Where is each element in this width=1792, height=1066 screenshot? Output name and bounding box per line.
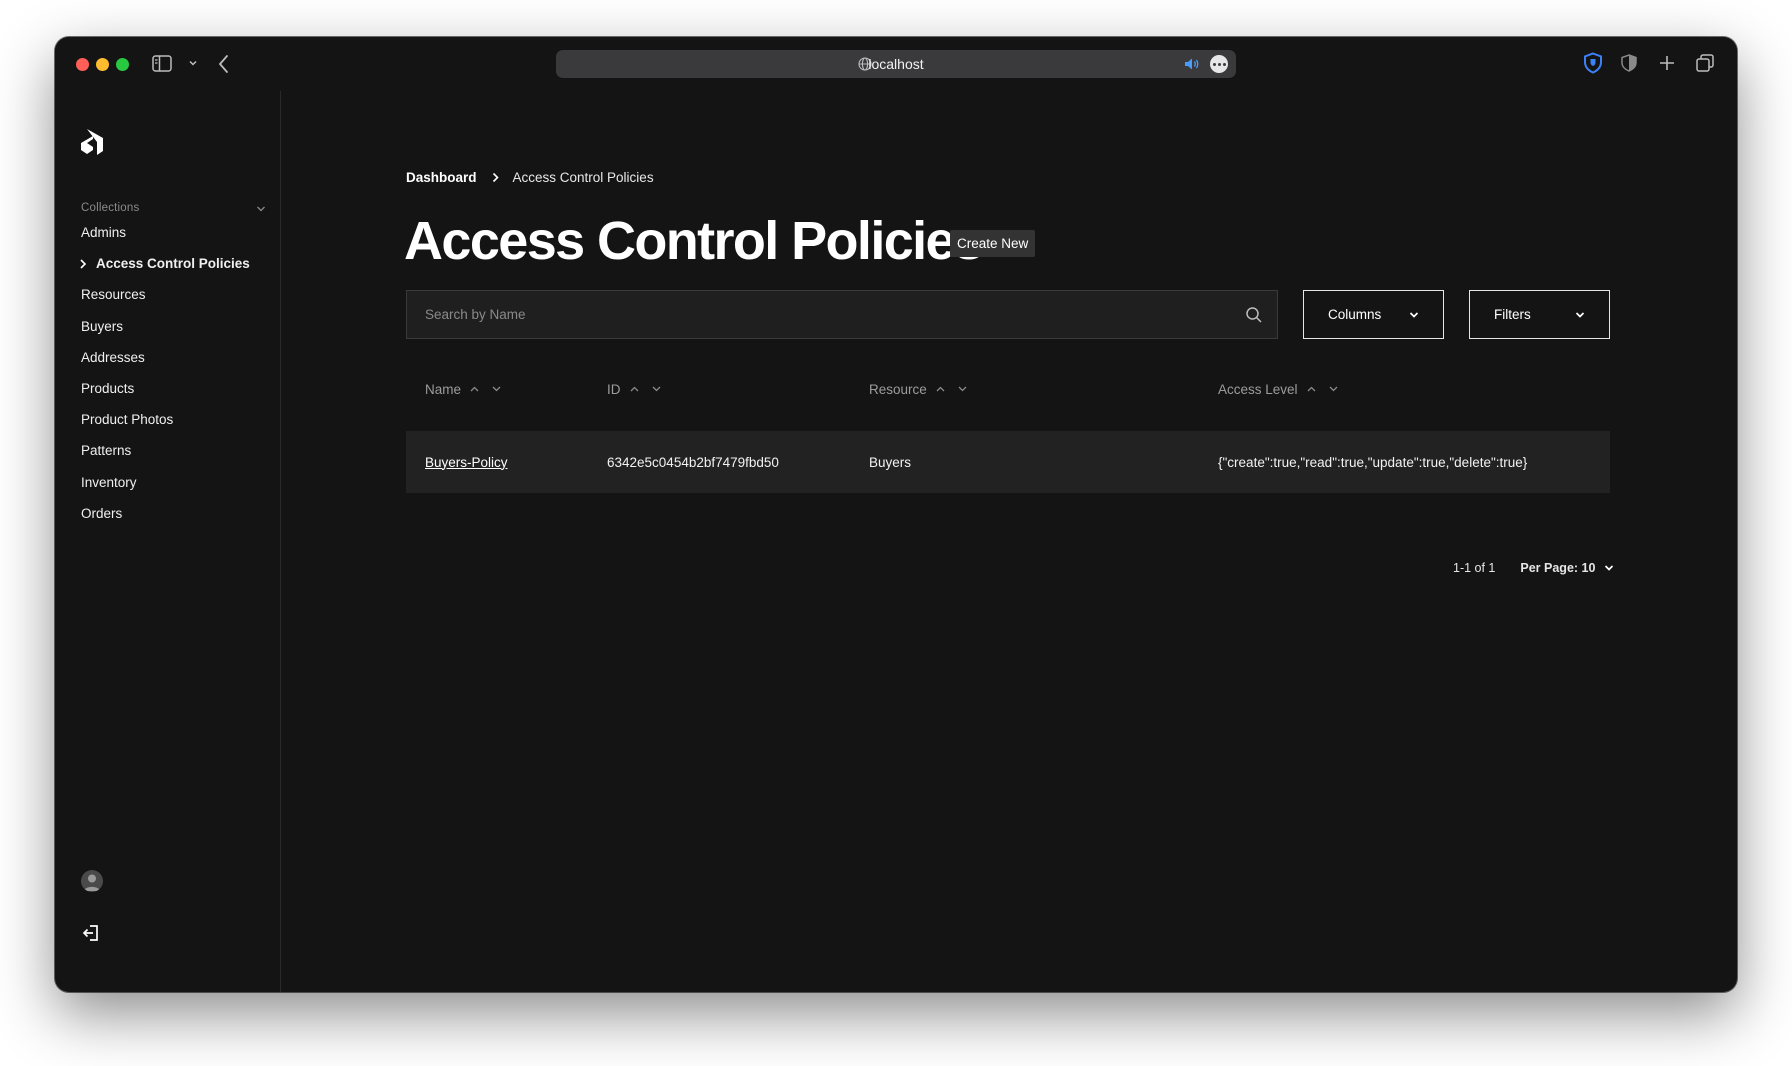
collections-label: Collections (81, 202, 140, 214)
sidebar-item-orders[interactable]: Orders (81, 506, 250, 537)
column-header-id: ID (607, 371, 661, 407)
sort-descending-icon[interactable] (958, 386, 967, 392)
sidebar-item-inventory[interactable]: Inventory (81, 475, 250, 506)
create-new-button[interactable]: Create New (950, 230, 1036, 257)
chevron-down-icon[interactable] (256, 200, 266, 218)
chevron-down-icon (1605, 565, 1614, 571)
sort-ascending-icon[interactable] (936, 386, 945, 392)
sidebar-item-addresses[interactable]: Addresses (81, 350, 250, 381)
sidebar-item-admins[interactable]: Admins (81, 225, 250, 256)
chevron-down-icon (1575, 307, 1585, 322)
breadcrumb-current: Access Control Policies (512, 170, 654, 185)
table-header: Name ID Resource Access Level (406, 371, 1610, 407)
cell-id: 6342e5c0454b2bf7479fbd50 (607, 454, 779, 470)
url-text: localhost (868, 56, 924, 72)
sort-ascending-icon[interactable] (470, 386, 479, 392)
address-bar[interactable]: localhost (556, 50, 1236, 78)
sort-ascending-icon[interactable] (630, 386, 639, 392)
search-input[interactable] (407, 291, 1277, 338)
main-content: Dashboard Access Control Policies Access… (281, 91, 1737, 992)
sort-descending-icon[interactable] (652, 386, 661, 392)
close-window-button[interactable] (76, 58, 89, 71)
privacy-shield-icon[interactable] (1621, 54, 1637, 72)
chevron-right-icon (492, 172, 499, 183)
policy-name-link[interactable]: Buyers-Policy (425, 455, 508, 470)
per-page-label: Per Page: 10 (1520, 561, 1596, 575)
filters-label: Filters (1494, 307, 1531, 322)
shield-icon[interactable] (1583, 52, 1603, 74)
column-header-label: Name (425, 381, 462, 397)
column-header-label: Resource (869, 381, 927, 397)
sidebar-item-resources[interactable]: Resources (81, 287, 250, 318)
columns-dropdown[interactable]: Columns (1303, 290, 1444, 339)
cell-resource: Buyers (869, 454, 912, 470)
column-header-label: ID (607, 381, 621, 397)
more-options-icon[interactable] (1210, 55, 1228, 73)
minimize-window-button[interactable] (96, 58, 109, 71)
tab-overview-icon[interactable] (1696, 54, 1714, 72)
per-page-dropdown[interactable]: Per Page: 10 (1520, 561, 1614, 575)
browser-toolbar: localhost (55, 37, 1737, 91)
sidebar-item-label: Access Control Policies (96, 256, 250, 272)
breadcrumb-dashboard-link[interactable]: Dashboard (406, 170, 477, 185)
app-logo-icon[interactable] (81, 129, 103, 160)
sidebar-toggle-icon[interactable] (152, 55, 172, 72)
logout-icon[interactable] (82, 924, 100, 947)
page-title: Access Control Policies (404, 211, 984, 271)
sidebar-item-buyers[interactable]: Buyers (81, 319, 250, 350)
sidebar-item-product-photos[interactable]: Product Photos (81, 412, 250, 443)
columns-label: Columns (1328, 307, 1382, 322)
search-icon[interactable] (1245, 306, 1263, 329)
cell-name: Buyers-Policy (425, 431, 508, 493)
filters-dropdown[interactable]: Filters (1469, 290, 1610, 339)
user-avatar[interactable] (81, 870, 103, 892)
back-arrow-icon[interactable] (218, 54, 230, 74)
chevron-down-icon[interactable] (188, 59, 198, 67)
column-header-name: Name (425, 371, 501, 407)
sidebar-item-patterns[interactable]: Patterns (81, 443, 250, 474)
column-header-label: Access Level (1218, 381, 1298, 397)
new-tab-icon[interactable] (1659, 55, 1675, 71)
collections-header[interactable]: Collections (81, 198, 266, 214)
sidebar-item-access-control-policies[interactable]: Access Control Policies (79, 256, 250, 287)
column-header-resource: Resource (869, 371, 967, 407)
pagination: 1-1 of 1 Per Page: 10 (1453, 561, 1614, 575)
chevron-down-icon (1409, 307, 1419, 322)
chevron-right-icon (79, 258, 87, 274)
search-bar (406, 290, 1278, 339)
pagination-count: 1-1 of 1 (1453, 561, 1496, 575)
table-row: Buyers-Policy 6342e5c0454b2bf7479fbd50 B… (406, 431, 1610, 493)
sort-descending-icon[interactable] (1329, 386, 1338, 392)
collections-nav: Admins Access Control Policies Resources… (79, 225, 250, 537)
cell-access-level: {"create":true,"read":true,"update":true… (1218, 454, 1528, 470)
sort-descending-icon[interactable] (492, 386, 501, 392)
column-header-access-level: Access Level (1218, 371, 1338, 407)
sidebar: Collections Admins Access Control Polici… (55, 91, 281, 992)
maximize-window-button[interactable] (116, 58, 129, 71)
breadcrumb: Dashboard Access Control Policies (406, 170, 654, 185)
sidebar-item-products[interactable]: Products (81, 381, 250, 412)
browser-window: localhost Collections Admins Access Cont… (55, 37, 1737, 992)
sort-ascending-icon[interactable] (1307, 386, 1316, 392)
speaker-icon[interactable] (1184, 57, 1200, 76)
